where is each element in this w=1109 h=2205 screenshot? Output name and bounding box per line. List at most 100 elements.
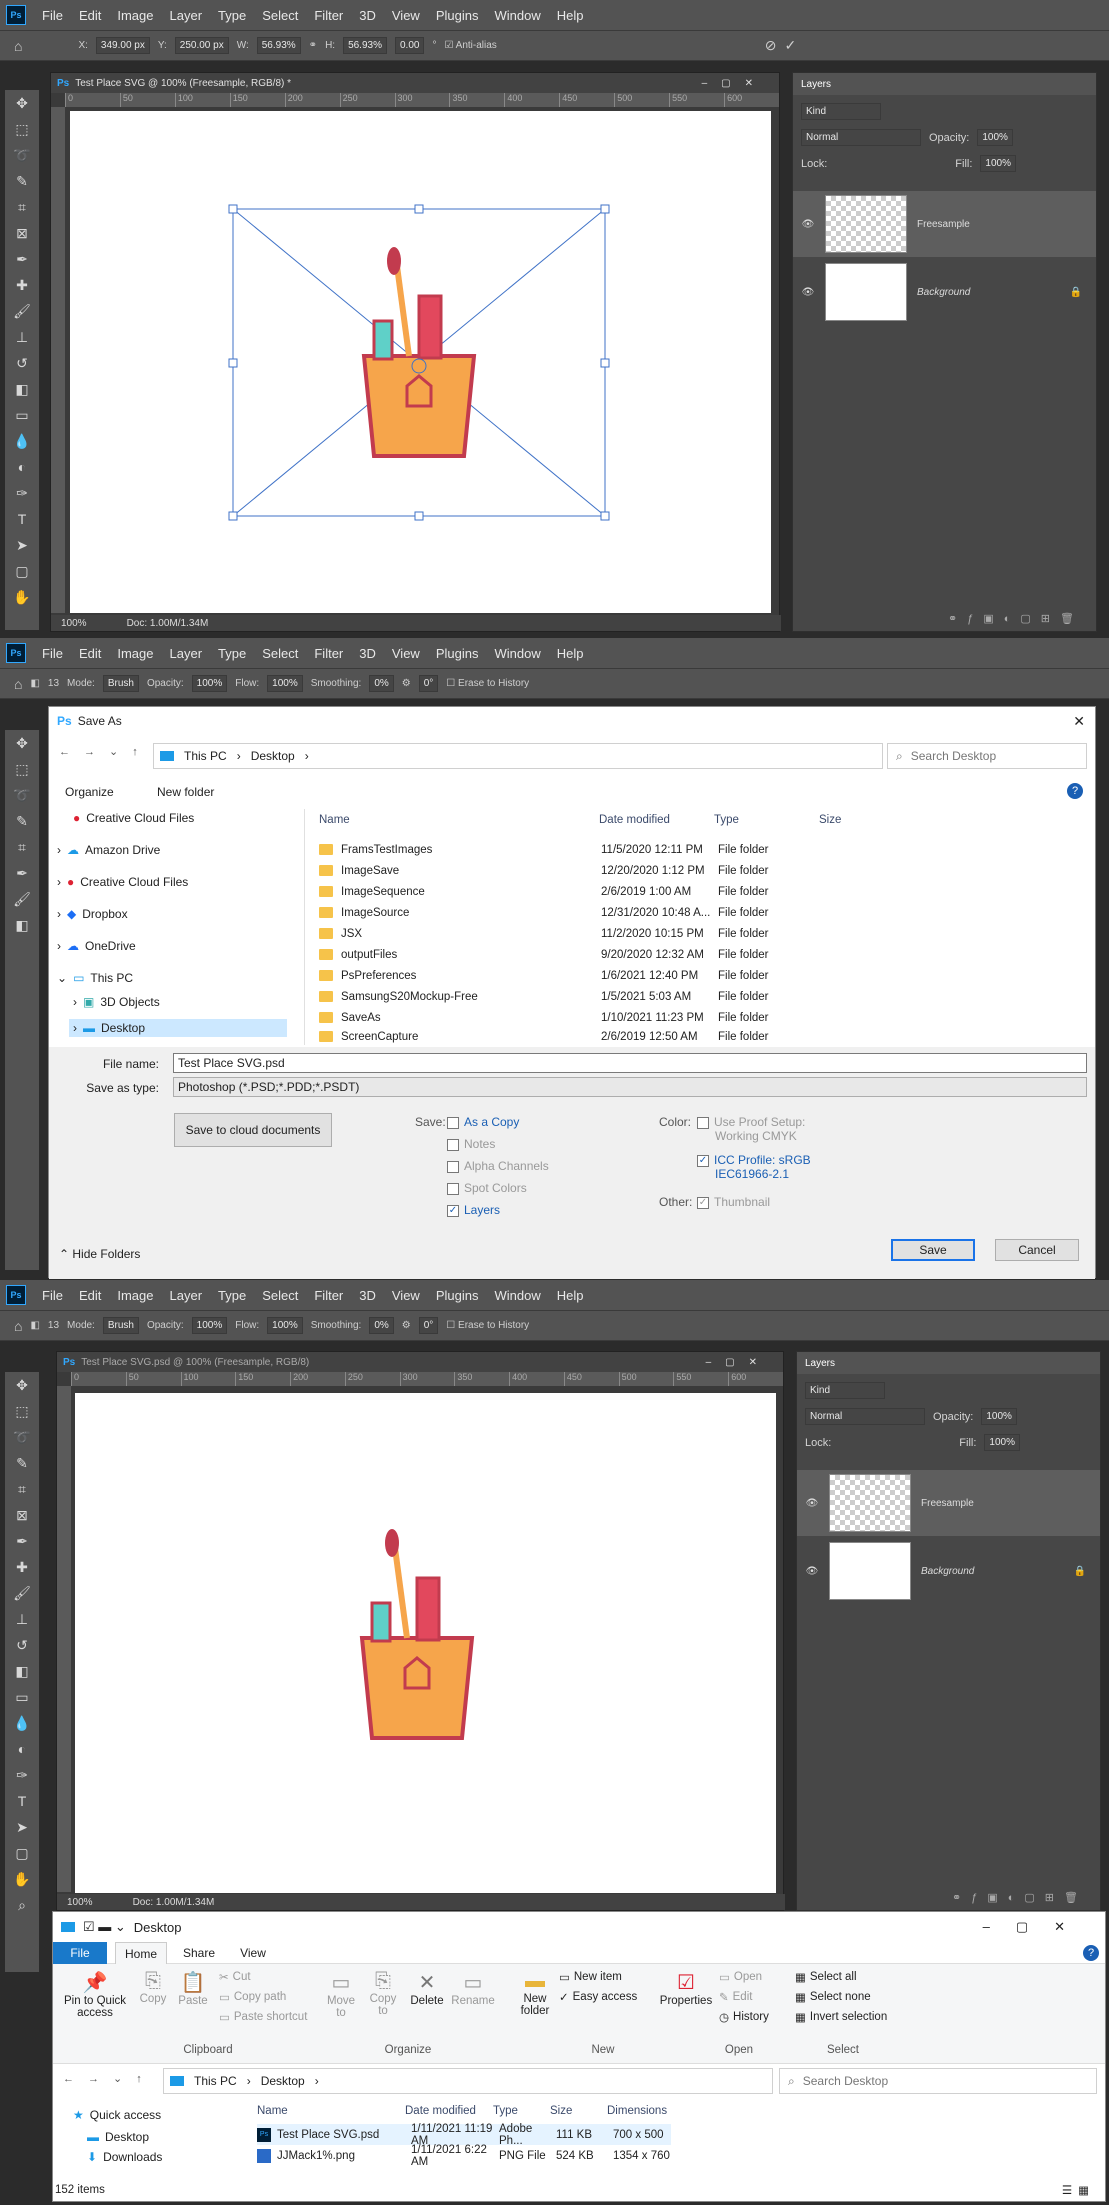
layers-footer-icons[interactable]: ⚭ƒ▣◐▢⊞🗑: [952, 1891, 1088, 1904]
nav-cc-files-pinned[interactable]: ● Creative Cloud Files: [73, 811, 194, 825]
file-row[interactable]: ImageSave 12/20/2020 1:12 PM File folder: [319, 860, 769, 881]
help-icon[interactable]: ?: [1083, 1945, 1099, 1961]
edit-button[interactable]: ✎ Edit: [719, 1990, 752, 2004]
marquee-tool-icon[interactable]: ⬚: [9, 116, 35, 142]
link-icon[interactable]: ⚭: [309, 40, 317, 51]
dodge-tool-icon[interactable]: ◐: [9, 454, 35, 480]
w-field[interactable]: 56.93%: [256, 37, 301, 54]
spot-option[interactable]: Spot Colors: [447, 1181, 527, 1195]
nav-amazon-drive[interactable]: › ☁ Amazon Drive: [57, 843, 160, 857]
window-controls[interactable]: –▢✕: [702, 78, 767, 89]
blend-mode-select[interactable]: Normal: [801, 129, 921, 146]
col-name[interactable]: Name: [319, 809, 350, 831]
new-folder-button[interactable]: New folder: [157, 785, 214, 799]
lasso-tool-icon[interactable]: ➰: [9, 1424, 35, 1450]
icc-option[interactable]: ✓ ICC Profile: sRGB: [697, 1153, 811, 1167]
menu-window[interactable]: Window: [486, 1288, 548, 1303]
eyedropper-tool-icon[interactable]: ✒: [9, 1528, 35, 1554]
paste-button[interactable]: 📋 Paste: [175, 1970, 211, 2007]
type-tool-icon[interactable]: T: [9, 506, 35, 532]
zoom-tool-icon[interactable]: ⌕: [9, 1892, 35, 1918]
mode-select[interactable]: Brush: [102, 675, 139, 692]
menu-filter[interactable]: Filter: [306, 8, 351, 23]
explorer-address-bar[interactable]: This PC › Desktop ›: [163, 2068, 773, 2094]
explorer-search-box[interactable]: ⌕ Search Desktop: [779, 2068, 1097, 2094]
menu-3d[interactable]: 3D: [351, 1288, 384, 1303]
brush-tool-icon[interactable]: 🖌: [9, 298, 35, 324]
nav-onedrive[interactable]: › ☁ OneDrive: [57, 939, 136, 953]
zoom-level[interactable]: 100%: [67, 1897, 93, 1908]
menu-view[interactable]: View: [384, 8, 428, 23]
menu-select[interactable]: Select: [254, 1288, 306, 1303]
menu-image[interactable]: Image: [109, 1288, 161, 1303]
blend-mode-select[interactable]: Normal: [805, 1408, 925, 1425]
doc-size[interactable]: Doc: 1.00M/1.34M: [127, 618, 209, 629]
window-controls[interactable]: –▢✕: [983, 1919, 1091, 1935]
eye-icon[interactable]: 👁: [805, 1566, 819, 1577]
stamp-tool-icon[interactable]: ⊥: [9, 324, 35, 350]
canvas-2[interactable]: [75, 1393, 776, 1893]
copy-path-button[interactable]: ▭ Copy path: [219, 1990, 286, 2004]
opacity-field[interactable]: 100%: [977, 129, 1013, 146]
type-tool-icon[interactable]: T: [9, 1788, 35, 1814]
col-type[interactable]: Type: [493, 2100, 518, 2122]
breadcrumb-desktop[interactable]: Desktop: [261, 2074, 305, 2088]
path-select-icon[interactable]: ➤: [9, 532, 35, 558]
brush-size[interactable]: 13: [48, 678, 59, 689]
quick-select-tool-icon[interactable]: ✎: [9, 808, 35, 834]
menu-layer[interactable]: Layer: [162, 1288, 211, 1303]
shape-tool-icon[interactable]: ▢: [9, 558, 35, 584]
eyedropper-tool-icon[interactable]: ✒: [9, 860, 35, 886]
file-row[interactable]: Ps Test Place SVG.psd 1/11/2021 11:19 AM A…: [257, 2123, 671, 2147]
menu-3d[interactable]: 3D: [351, 8, 384, 23]
angle-field[interactable]: 0.00: [394, 37, 425, 54]
menu-filter[interactable]: Filter: [306, 1288, 351, 1303]
file-row[interactable]: SaveAs 1/10/2021 11:23 PM File folder: [319, 1007, 769, 1028]
fill-field[interactable]: 100%: [984, 1434, 1020, 1451]
savetype-select[interactable]: Photoshop (*.PSD;*.PDD;*.PSDT): [173, 1077, 1087, 1097]
view-toggle-icons[interactable]: ☰▦: [1062, 2183, 1095, 2197]
stamp-tool-icon[interactable]: ⊥: [9, 1606, 35, 1632]
quick-access-toolbar[interactable]: ☑ ▬ ⌄: [83, 1919, 126, 1935]
angle-field[interactable]: 0°: [418, 675, 439, 692]
as-copy-option[interactable]: As a Copy: [447, 1115, 519, 1129]
delete-button[interactable]: ✕ Delete: [407, 1970, 447, 2007]
file-row[interactable]: ImageSource 12/31/2020 10:48 A... File fol…: [319, 902, 769, 923]
col-name[interactable]: Name: [257, 2100, 288, 2122]
quick-select-tool-icon[interactable]: ✎: [9, 1450, 35, 1476]
menu-layer[interactable]: Layer: [162, 8, 211, 23]
crop-tool-icon[interactable]: ⌗: [9, 834, 35, 860]
notes-option[interactable]: Notes: [447, 1137, 495, 1151]
marquee-tool-icon[interactable]: ⬚: [9, 756, 35, 782]
open-button[interactable]: ▭ Open: [719, 1970, 762, 1984]
brush-size[interactable]: 13: [48, 1320, 59, 1331]
window-controls[interactable]: –▢✕: [706, 1357, 771, 1368]
opacity-field[interactable]: 100%: [191, 1317, 228, 1334]
gradient-tool-icon[interactable]: ▭: [9, 1684, 35, 1710]
layers-footer-icons[interactable]: ⚭ƒ▣◐▢⊞🗑: [948, 612, 1084, 625]
nav-arrows[interactable]: ←→⌄↑: [59, 745, 152, 758]
menu-file[interactable]: File: [34, 8, 71, 23]
y-field[interactable]: 250.00 px: [174, 37, 229, 54]
menu-help[interactable]: Help: [549, 646, 592, 661]
breadcrumb-this-pc[interactable]: This PC: [194, 2074, 237, 2088]
pen-tool-icon[interactable]: ✑: [9, 480, 35, 506]
shape-tool-icon[interactable]: ▢: [9, 1840, 35, 1866]
gear-icon[interactable]: ⚙: [402, 678, 411, 689]
tab-view[interactable]: View: [227, 1942, 279, 1964]
save-button[interactable]: Save: [891, 1239, 975, 1261]
brush-tool-icon[interactable]: 🖌: [9, 1580, 35, 1606]
rename-button[interactable]: ▭ Rename: [451, 1970, 495, 2007]
menu-layer[interactable]: Layer: [162, 646, 211, 661]
nav-this-pc[interactable]: ⌄ ▭ This PC: [57, 971, 133, 985]
menu-filter[interactable]: Filter: [306, 646, 351, 661]
opacity-field[interactable]: 100%: [981, 1408, 1017, 1425]
fill-field[interactable]: 100%: [980, 155, 1016, 172]
layers-tab[interactable]: Layers: [797, 1352, 1100, 1374]
cut-button[interactable]: ✂ Cut: [219, 1970, 251, 1984]
layer-row-background[interactable]: 👁 Background 🔒: [793, 259, 1096, 325]
select-all-button[interactable]: ▦ Select all: [795, 1970, 857, 1984]
hand-tool-icon[interactable]: ✋: [9, 584, 35, 610]
flow-field[interactable]: 100%: [267, 1317, 303, 1334]
document-tab-2[interactable]: Ps Test Place SVG.psd @ 100% (Freesample…: [57, 1352, 783, 1372]
